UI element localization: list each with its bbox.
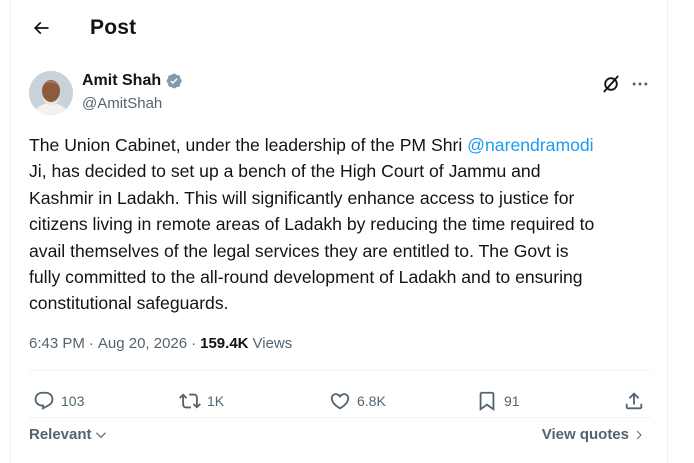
meta-separator: · [88, 335, 94, 352]
post-text-line: citizens living in remote areas of Ladak… [29, 214, 595, 235]
more-icon [632, 82, 648, 86]
bookmark-button[interactable]: 91 [476, 383, 520, 419]
share-button[interactable] [623, 383, 645, 419]
bookmark-count: 91 [504, 393, 520, 409]
more-options-button[interactable] [628, 73, 652, 95]
verified-icon[interactable] [165, 72, 183, 90]
post-text-line: Kashmir in Ladakh. This will significant… [29, 187, 575, 208]
share-icon [625, 392, 643, 410]
sort-replies-button[interactable]: Relevant [29, 426, 108, 443]
post-text: The Union Cabinet, under the leadership … [29, 132, 659, 317]
author-name[interactable]: Amit Shah [82, 72, 161, 90]
post-text-segment: The Union Cabinet, under the leadership … [29, 135, 468, 155]
view-quotes-link[interactable]: View quotes [542, 426, 645, 443]
divider [29, 417, 651, 418]
meta-separator: · [191, 335, 197, 352]
like-count: 6.8K [357, 393, 386, 409]
author-name-row: Amit Shah [82, 72, 183, 90]
back-button[interactable] [27, 14, 55, 42]
grok-icon [603, 75, 619, 93]
repost-icon [179, 393, 201, 409]
repost-button[interactable]: 1K [179, 383, 224, 419]
reply-icon [34, 391, 54, 410]
bookmark-icon [479, 391, 495, 412]
post-header: Post [11, 0, 667, 56]
post-date[interactable]: Aug 20, 2026 [98, 335, 187, 352]
sort-label: Relevant [29, 426, 92, 443]
reply-count: 103 [61, 393, 85, 409]
post-text-line: Ji, has decided to set up a bench of the… [29, 161, 541, 182]
avatar[interactable] [29, 71, 73, 115]
post-meta: 6:43 PM · Aug 20, 2026 · 159.4K Views [29, 335, 292, 352]
post-text-line: avail themselves of the legal services t… [29, 240, 569, 261]
page-title: Post [90, 16, 137, 39]
avatar-image [29, 71, 73, 115]
back-arrow-icon [33, 21, 49, 35]
views-count: 159.4K [200, 335, 249, 352]
post-text-line: The Union Cabinet, under the leadership … [29, 132, 659, 158]
mention-link[interactable]: @narendramodi [467, 135, 593, 155]
action-bar: 103 1K 6.8K 91 [11, 383, 667, 419]
divider [29, 370, 651, 371]
view-quotes-label: View quotes [541, 426, 629, 443]
reply-button[interactable]: 103 [33, 383, 84, 419]
like-icon [330, 393, 350, 410]
chevron-down-icon [95, 431, 106, 438]
post-text-line: constitutional safeguards. [29, 293, 229, 314]
post-text-line: fully committed to the all-round develop… [29, 267, 583, 288]
like-button[interactable]: 6.8K [329, 383, 386, 419]
post-time[interactable]: 6:43 PM [29, 335, 85, 352]
views-label: Views [252, 335, 293, 352]
repost-count: 1K [207, 393, 225, 409]
chevron-right-icon [636, 430, 642, 439]
grok-button[interactable] [600, 73, 622, 95]
post-column: Post Amit Shah @AmitShah The Union Cabin… [10, 0, 668, 463]
author-handle[interactable]: @AmitShah [82, 95, 162, 112]
